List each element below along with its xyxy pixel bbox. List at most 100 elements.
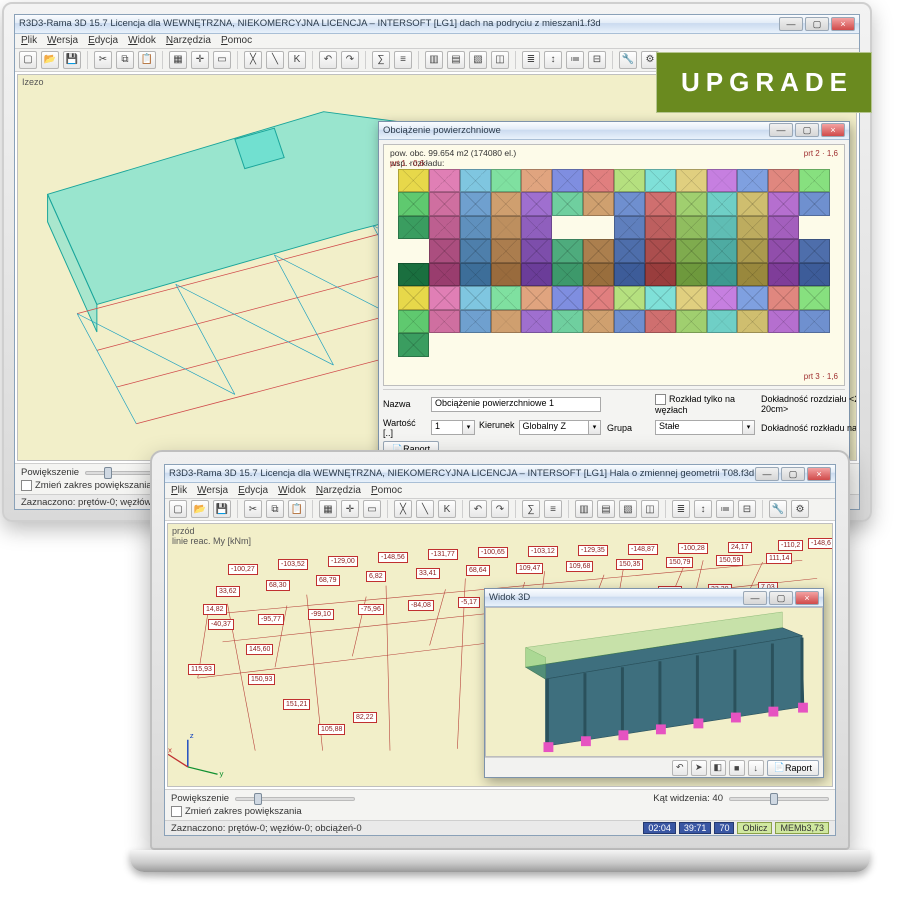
- new-icon[interactable]: ▢: [19, 51, 37, 69]
- viewport-3d-hala[interactable]: przód linie reac. My [kNm]: [167, 523, 833, 788]
- stack-icon[interactable]: ⊟: [588, 51, 606, 69]
- dialog-close-icon[interactable]: ×: [795, 591, 819, 605]
- paste-icon[interactable]: 📋: [138, 51, 156, 69]
- open-icon[interactable]: 📂: [41, 51, 59, 69]
- dialog-view3d[interactable]: Widok 3D — ▢ ×: [484, 588, 824, 778]
- calc1-icon[interactable]: ∑: [522, 500, 540, 518]
- menu-narzędzia[interactable]: Narzędzia: [166, 35, 211, 46]
- view-xz-icon[interactable]: ▤: [597, 500, 615, 518]
- v3d-load-icon[interactable]: ↓: [748, 760, 764, 776]
- close-icon[interactable]: ×: [831, 17, 855, 31]
- field-wartosc[interactable]: 1▾: [431, 420, 475, 435]
- dialog-surface-load[interactable]: Obciążenie powierzchniowe — ▢ × pow. obc…: [378, 121, 850, 462]
- view-yz-icon[interactable]: ▧: [619, 500, 637, 518]
- viewport-3d-roof[interactable]: Izezo: [17, 74, 857, 462]
- new-icon[interactable]: ▢: [169, 500, 187, 518]
- layers-icon[interactable]: ≣: [522, 51, 540, 69]
- line-k-icon[interactable]: K: [288, 51, 306, 69]
- zoom-slider[interactable]: [235, 797, 355, 801]
- cut-icon[interactable]: ✂: [94, 51, 112, 69]
- redo-icon[interactable]: ↷: [341, 51, 359, 69]
- view3d-canvas[interactable]: [485, 607, 823, 757]
- align-icon[interactable]: ≔: [566, 51, 584, 69]
- dialog-close-icon[interactable]: ×: [821, 123, 845, 137]
- copy-icon[interactable]: ⧉: [266, 500, 284, 518]
- menu-widok[interactable]: Widok: [278, 485, 306, 496]
- stack-icon[interactable]: ⊟: [738, 500, 756, 518]
- v3d-raport-button[interactable]: 📄 Raport: [767, 760, 819, 776]
- select-icon[interactable]: ▭: [213, 51, 231, 69]
- snap-icon[interactable]: ✛: [191, 51, 209, 69]
- calc2-icon[interactable]: ≡: [394, 51, 412, 69]
- line-x-icon[interactable]: ╲: [416, 500, 434, 518]
- align-icon[interactable]: ≔: [716, 500, 734, 518]
- layers-icon[interactable]: ≣: [672, 500, 690, 518]
- calc2-icon[interactable]: ≡: [544, 500, 562, 518]
- chk-rozklad[interactable]: Rozkład tylko na węzłach: [655, 394, 755, 415]
- field-nazwa[interactable]: Obciążenie powierzchniowe 1: [431, 397, 601, 412]
- save-icon[interactable]: 💾: [213, 500, 231, 518]
- undo-icon[interactable]: ↶: [469, 500, 487, 518]
- redo-icon[interactable]: ↷: [491, 500, 509, 518]
- view-ortho-icon[interactable]: ◫: [641, 500, 659, 518]
- paste-icon[interactable]: 📋: [288, 500, 306, 518]
- menu-wersja[interactable]: Wersja: [197, 485, 228, 496]
- menu-pomoc[interactable]: Pomoc: [371, 485, 402, 496]
- tool-wrench-icon[interactable]: 🔧: [619, 51, 637, 69]
- status-pill-2: 70: [714, 822, 734, 834]
- menu-wersja[interactable]: Wersja: [47, 35, 78, 46]
- v3d-arrow-icon[interactable]: ➤: [691, 760, 707, 776]
- grid-icon[interactable]: ▦: [169, 51, 187, 69]
- cut-icon[interactable]: ✂: [244, 500, 262, 518]
- view-ortho-icon[interactable]: ◫: [491, 51, 509, 69]
- v3d-solid-icon[interactable]: ■: [729, 760, 745, 776]
- v3d-shade-icon[interactable]: ◧: [710, 760, 726, 776]
- tool-wrench-icon[interactable]: 🔧: [769, 500, 787, 518]
- menu-edycja[interactable]: Edycja: [88, 35, 118, 46]
- field-grupa[interactable]: Stałe▾: [655, 420, 755, 435]
- line-k-icon[interactable]: K: [438, 500, 456, 518]
- line-x-icon[interactable]: ╲: [266, 51, 284, 69]
- move-z-icon[interactable]: ↕: [694, 500, 712, 518]
- close-icon[interactable]: ×: [807, 467, 831, 481]
- save-icon[interactable]: 💾: [63, 51, 81, 69]
- tool-gear-icon[interactable]: ⚙: [791, 500, 809, 518]
- min-icon[interactable]: —: [755, 467, 779, 481]
- menu-pomoc[interactable]: Pomoc: [221, 35, 252, 46]
- status-pill-4[interactable]: MEMb3,73: [775, 822, 829, 834]
- grid-icon[interactable]: ▦: [319, 500, 337, 518]
- upgrade-badge: UPGRADE: [656, 52, 872, 113]
- copy-icon[interactable]: ⧉: [116, 51, 134, 69]
- moment-tag: -148,56: [378, 552, 408, 563]
- dialog-max-icon[interactable]: ▢: [795, 123, 819, 137]
- menu-widok[interactable]: Widok: [128, 35, 156, 46]
- chk-zoom-range[interactable]: Zmień zakres powiększania: [171, 806, 302, 817]
- undo-icon[interactable]: ↶: [319, 51, 337, 69]
- view-xy-icon[interactable]: ▥: [425, 51, 443, 69]
- menu-plik[interactable]: Plik: [171, 485, 187, 496]
- line-grid-icon[interactable]: ╳: [244, 51, 262, 69]
- snap-icon[interactable]: ✛: [341, 500, 359, 518]
- max-icon[interactable]: ▢: [805, 17, 829, 31]
- line-grid-icon[interactable]: ╳: [394, 500, 412, 518]
- field-kierunek[interactable]: Globalny Z▾: [519, 420, 601, 435]
- view-xz-icon[interactable]: ▤: [447, 51, 465, 69]
- menu-edycja[interactable]: Edycja: [238, 485, 268, 496]
- max-icon[interactable]: ▢: [781, 467, 805, 481]
- view-yz-icon[interactable]: ▧: [469, 51, 487, 69]
- calc1-icon[interactable]: ∑: [372, 51, 390, 69]
- v3d-undo-icon[interactable]: ↶: [672, 760, 688, 776]
- mesh-preview[interactable]: pow. obc. 99.654 m2 (174080 el.) wsp. ro…: [383, 144, 845, 386]
- move-z-icon[interactable]: ↕: [544, 51, 562, 69]
- menu-narzędzia[interactable]: Narzędzia: [316, 485, 361, 496]
- dialog-min-icon[interactable]: —: [769, 123, 793, 137]
- view-xy-icon[interactable]: ▥: [575, 500, 593, 518]
- select-icon[interactable]: ▭: [363, 500, 381, 518]
- status-pill-3[interactable]: Oblicz: [737, 822, 772, 834]
- open-icon[interactable]: 📂: [191, 500, 209, 518]
- dialog-min-icon[interactable]: —: [743, 591, 767, 605]
- dialog-max-icon[interactable]: ▢: [769, 591, 793, 605]
- min-icon[interactable]: —: [779, 17, 803, 31]
- menu-plik[interactable]: Plik: [21, 35, 37, 46]
- angle-slider[interactable]: [729, 797, 829, 801]
